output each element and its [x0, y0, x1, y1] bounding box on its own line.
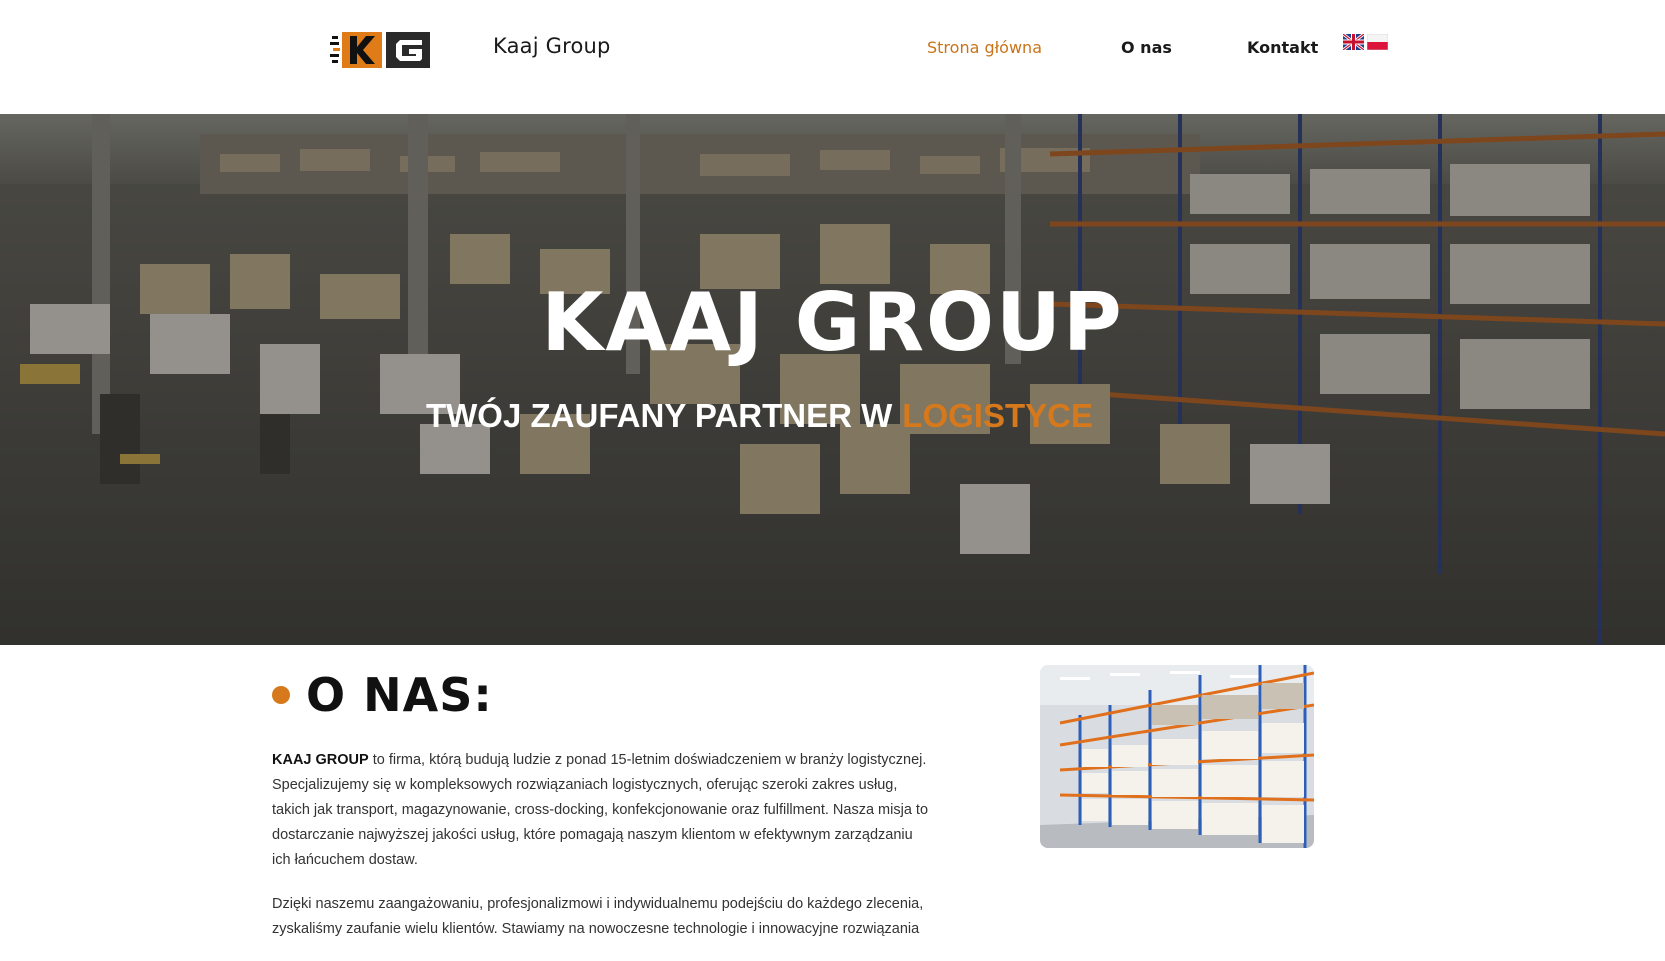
hero-subtitle: TWÓJ ZAUFANY PARTNER W LOGISTYCE — [426, 397, 1093, 435]
site-header: Kaaj Group Strona główna O nas Kontakt — [0, 0, 1665, 114]
hero-subtitle-prefix: TWÓJ ZAUFANY PARTNER W — [426, 397, 893, 434]
warehouse-racking-photo — [1040, 665, 1314, 848]
hero-subtitle-accent: LOGISTYCE — [902, 397, 1093, 434]
hero-overlay — [0, 114, 1665, 645]
bullet-dot-icon — [272, 686, 290, 704]
about-text: KAAJ GROUP to firma, którą budują ludzie… — [272, 748, 932, 961]
nav-home[interactable]: Strona główna — [927, 38, 1042, 57]
nav-about[interactable]: O nas — [1121, 38, 1172, 57]
language-switcher — [1343, 34, 1388, 50]
about-company-name: KAAJ GROUP — [272, 752, 369, 768]
about-title: O NAS: — [306, 668, 493, 722]
about-paragraph-1: KAAJ GROUP to firma, którą budują ludzie… — [272, 748, 932, 873]
kg-logo[interactable] — [330, 30, 432, 70]
about-paragraph-1-text: to firma, którą budują ludzie z ponad 15… — [272, 752, 929, 868]
polish-flag-icon[interactable] — [1367, 34, 1388, 50]
about-paragraph-2: Dzięki naszemu zaangażowaniu, profesjona… — [272, 896, 924, 937]
hero-title: KAAJ GROUP — [541, 276, 1124, 369]
hero-section: KAAJ GROUP TWÓJ ZAUFANY PARTNER W LOGISTY… — [0, 114, 1665, 645]
english-flag-icon[interactable] — [1343, 34, 1364, 50]
brand-name[interactable]: Kaaj Group — [493, 34, 611, 58]
nav-contact[interactable]: Kontakt — [1247, 38, 1318, 57]
about-heading: O NAS: — [272, 668, 493, 722]
